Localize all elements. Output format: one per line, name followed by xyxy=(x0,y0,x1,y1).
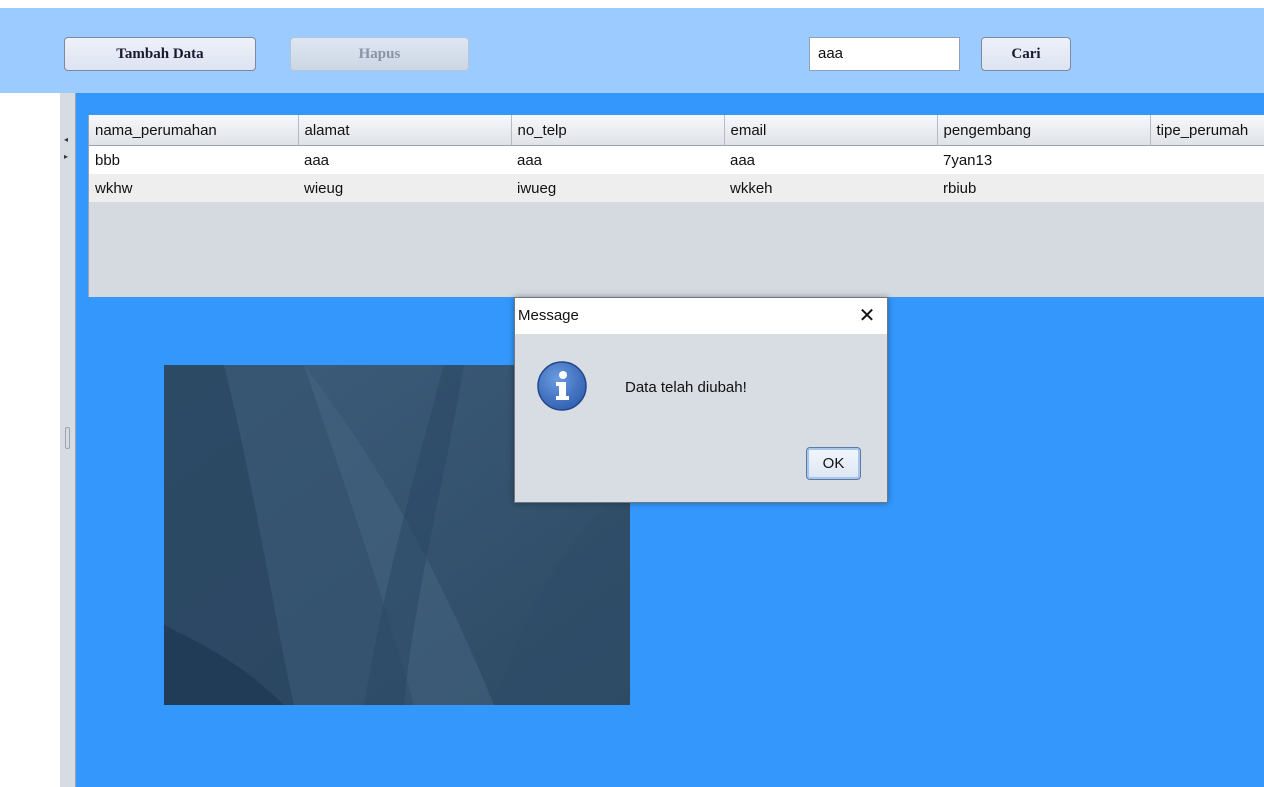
close-icon[interactable]: ✕ xyxy=(853,302,881,330)
table-cell[interactable]: bbb xyxy=(89,145,298,174)
column-header[interactable]: tipe_perumah xyxy=(1150,115,1264,146)
search-input[interactable]: aaa xyxy=(809,37,960,71)
search-button[interactable]: Cari xyxy=(981,37,1071,71)
application-window: Tambah Data Hapus aaa Cari ◂ ▸ nama_peru… xyxy=(0,0,1264,787)
table-cell[interactable]: aaa xyxy=(298,145,511,174)
add-data-button[interactable]: Tambah Data xyxy=(64,37,256,71)
table-cell[interactable] xyxy=(1150,145,1264,174)
column-header[interactable]: alamat xyxy=(298,115,512,146)
ok-button[interactable]: OK xyxy=(806,447,861,480)
table-header-row: nama_perumahan alamat no_telp email peng… xyxy=(89,115,1264,146)
table-cell[interactable]: 7yan13 xyxy=(937,145,1150,174)
info-icon xyxy=(536,360,588,412)
dialog-message: Data telah diubah! xyxy=(625,379,747,396)
table-cell[interactable]: rbiub xyxy=(937,174,1150,202)
toolbar-panel: Tambah Data Hapus aaa Cari xyxy=(0,8,1264,93)
dialog-title: Message xyxy=(518,307,579,324)
message-dialog: Message ✕ Data telah diubah! OK xyxy=(514,297,888,503)
column-header[interactable]: pengembang xyxy=(937,115,1151,146)
data-table[interactable]: nama_perumahan alamat no_telp email peng… xyxy=(88,115,1264,297)
collapse-left-icon[interactable]: ◂ xyxy=(64,136,68,144)
table-cell[interactable]: wieug xyxy=(298,174,511,202)
table-row[interactable]: bbb aaa aaa aaa 7yan13 xyxy=(89,145,1264,174)
table-cell[interactable]: wkkeh xyxy=(724,174,937,202)
table-cell[interactable] xyxy=(1150,174,1264,202)
table-cell[interactable]: aaa xyxy=(724,145,937,174)
column-header[interactable]: nama_perumahan xyxy=(89,115,299,146)
table-cell[interactable]: wkhw xyxy=(89,174,298,202)
table-row[interactable]: wkhw wieug iwueg wkkeh rbiub xyxy=(89,174,1264,202)
dialog-title-bar[interactable]: Message ✕ xyxy=(515,298,887,334)
column-header[interactable]: no_telp xyxy=(511,115,725,146)
column-header[interactable]: email xyxy=(724,115,938,146)
expand-right-icon[interactable]: ▸ xyxy=(64,153,68,161)
table-cell[interactable]: iwueg xyxy=(511,174,724,202)
table-cell[interactable]: aaa xyxy=(511,145,724,174)
divider-grip-icon[interactable] xyxy=(65,427,70,449)
delete-button[interactable]: Hapus xyxy=(290,37,469,71)
